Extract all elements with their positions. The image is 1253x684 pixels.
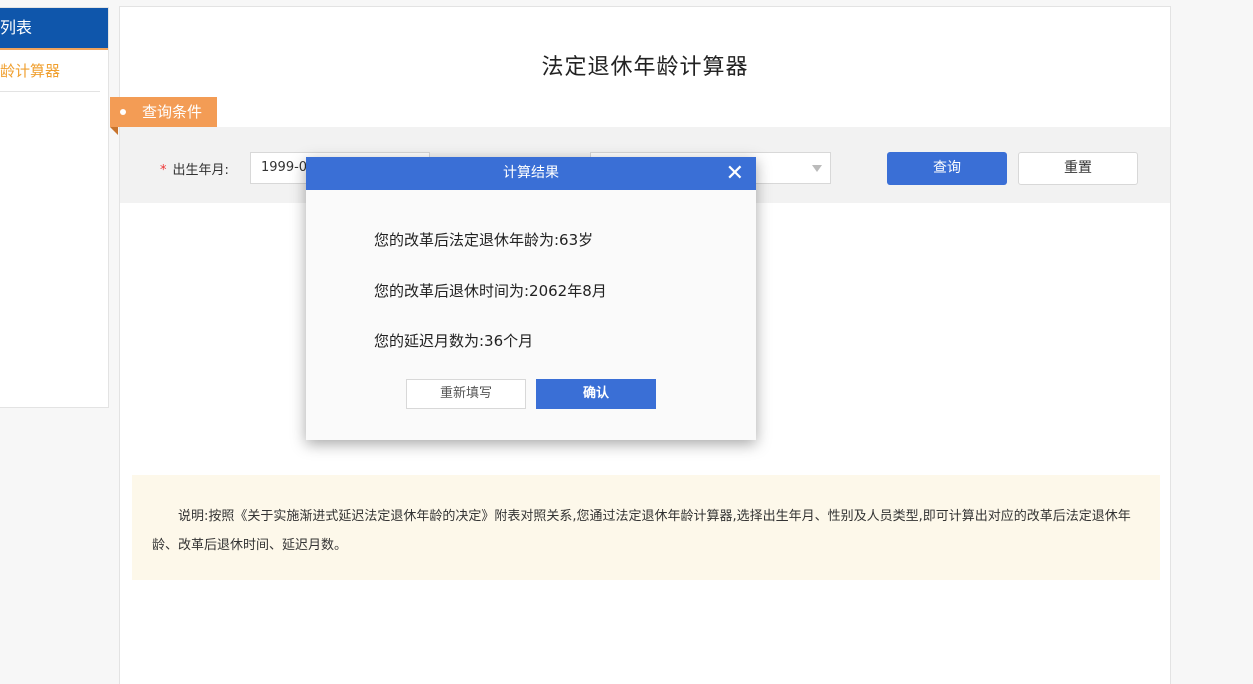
dropdown-caret-icon (812, 165, 822, 172)
result-dialog: 计算结果 ✕ 您的改革后法定退休年龄为:63岁 您的改革后退休时间为:2062年… (306, 157, 756, 440)
page-root: 列表 龄计算器 法定退休年龄计算器 查询条件 * 出生年月: 1999-08 查询… (0, 0, 1253, 684)
explanation-note: 说明:按照《关于实施渐进式延迟法定退休年龄的决定》附表对照关系,您通过法定退休年… (132, 475, 1160, 580)
refill-button[interactable]: 重新填写 (406, 379, 526, 409)
confirm-button[interactable]: 确认 (536, 379, 656, 409)
close-icon[interactable]: ✕ (726, 157, 744, 190)
bullet-dot-icon (120, 109, 126, 115)
reset-button[interactable]: 重置 (1018, 152, 1138, 185)
dialog-title: 计算结果 (503, 165, 559, 181)
sidebar-header: 列表 (0, 8, 108, 50)
query-conditions-tag: 查询条件 (110, 97, 217, 135)
required-asterisk: * (160, 163, 167, 178)
result-retirement-age: 您的改革后法定退休年龄为:63岁 (374, 231, 594, 249)
birth-date-label: * 出生年月: (160, 159, 229, 178)
query-conditions-label: 查询条件 (142, 103, 203, 121)
result-delay-months: 您的延迟月数为:36个月 (374, 332, 534, 350)
page-title: 法定退休年龄计算器 (541, 55, 749, 80)
sidebar-item-calculator[interactable]: 龄计算器 (0, 60, 100, 92)
sidebar: 列表 龄计算器 (0, 7, 109, 408)
query-button[interactable]: 查询 (887, 152, 1007, 185)
result-retirement-time: 您的改革后退休时间为:2062年8月 (374, 282, 607, 300)
dialog-header: 计算结果 ✕ (306, 157, 756, 190)
birth-date-label-text: 出生年月: (172, 163, 229, 178)
ribbon-fold (110, 127, 118, 135)
